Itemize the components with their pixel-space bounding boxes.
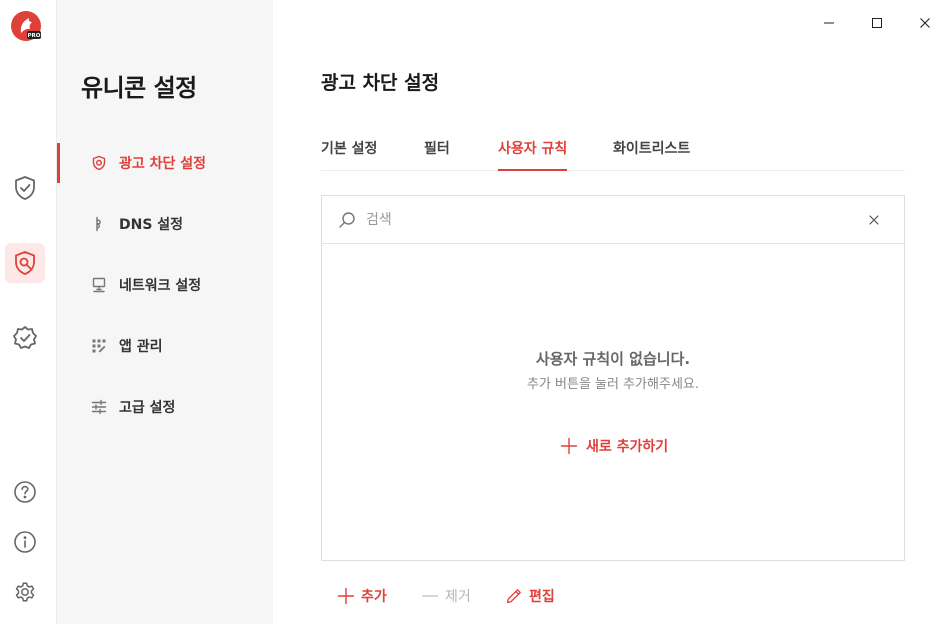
nav-item-label: DNS 설정	[119, 217, 184, 233]
nav-item-label: 광고 차단 설정	[119, 156, 207, 172]
clear-search-icon[interactable]	[866, 212, 882, 228]
maximize-button[interactable]	[866, 12, 888, 34]
nav-item-label: 고급 설정	[119, 400, 176, 416]
tab-whitelist[interactable]: 화이트리스트	[613, 138, 690, 171]
nav-item-label: 앱 관리	[119, 339, 163, 355]
close-icon	[920, 18, 930, 28]
remove-button-label: 제거	[445, 589, 471, 605]
rail-info-button[interactable]	[12, 529, 38, 555]
edit-button-label: 편집	[529, 589, 555, 605]
nav-item-apps[interactable]: 앱 관리	[57, 326, 273, 366]
minimize-icon	[824, 22, 834, 24]
icon-rail: PRO	[0, 0, 57, 624]
badge-check-icon	[13, 326, 37, 349]
plus-icon	[337, 587, 355, 605]
rail-verified-button[interactable]	[5, 318, 45, 358]
nav-item-label: 네트워크 설정	[119, 278, 202, 294]
rail-preferences-button[interactable]	[12, 579, 38, 605]
search-input[interactable]	[366, 208, 846, 232]
shield-icon	[91, 155, 107, 171]
nav-item-adblock[interactable]: 광고 차단 설정	[57, 143, 273, 183]
page-title: 광고 차단 설정	[321, 72, 440, 94]
tab-filter[interactable]: 필터	[424, 138, 450, 171]
add-new-rule-button[interactable]: 새로 추가하기	[560, 436, 668, 456]
edit-button[interactable]: 편집	[505, 586, 555, 606]
nav-title: 유니콘 설정	[81, 74, 197, 102]
minus-icon	[421, 595, 439, 597]
close-window-button[interactable]	[914, 12, 936, 34]
tab-basic[interactable]: 기본 설정	[321, 138, 377, 171]
tab-user-rules[interactable]: 사용자 규칙	[498, 138, 568, 171]
info-icon	[14, 531, 36, 553]
rail-settings-button[interactable]	[5, 243, 45, 283]
nav-item-advanced[interactable]: 고급 설정	[57, 387, 273, 427]
nav-item-dns[interactable]: DNS 설정	[57, 204, 273, 244]
empty-state-subtitle: 추가 버튼을 눌러 추가해주세요.	[526, 377, 699, 392]
rail-protection-button[interactable]	[5, 168, 45, 208]
shield-wrench-icon	[15, 251, 35, 275]
app-logo-icon: PRO	[10, 10, 42, 42]
shield-check-icon	[15, 176, 35, 200]
settings-nav: 유니콘 설정 광고 차단 설정 DNS 설정 네트워크 설정 앱 관리 고급 설…	[57, 0, 273, 624]
network-icon	[91, 277, 107, 293]
add-button-label: 추가	[361, 589, 387, 605]
remove-button[interactable]: 제거	[421, 586, 471, 606]
pro-badge: PRO	[28, 33, 41, 39]
apps-icon	[91, 338, 107, 354]
nav-item-network[interactable]: 네트워크 설정	[57, 265, 273, 305]
search-bar	[322, 196, 904, 244]
add-button[interactable]: 추가	[337, 586, 387, 606]
tab-bar: 기본 설정 필터 사용자 규칙 화이트리스트	[321, 130, 905, 171]
pencil-icon	[506, 589, 521, 604]
dns-icon	[91, 216, 107, 232]
minimize-button[interactable]	[818, 12, 840, 34]
rail-help-button[interactable]	[12, 479, 38, 505]
user-rules-panel: 사용자 규칙이 없습니다. 추가 버튼을 눌러 추가해주세요. 새로 추가하기	[321, 195, 905, 561]
add-new-rule-label: 새로 추가하기	[586, 439, 669, 455]
sliders-icon	[91, 399, 107, 415]
plus-icon	[560, 437, 578, 455]
gear-icon	[15, 582, 35, 602]
question-icon	[14, 481, 36, 503]
search-icon	[339, 212, 355, 228]
empty-state-title: 사용자 규칙이 없습니다.	[535, 350, 691, 368]
maximize-icon	[872, 18, 882, 28]
